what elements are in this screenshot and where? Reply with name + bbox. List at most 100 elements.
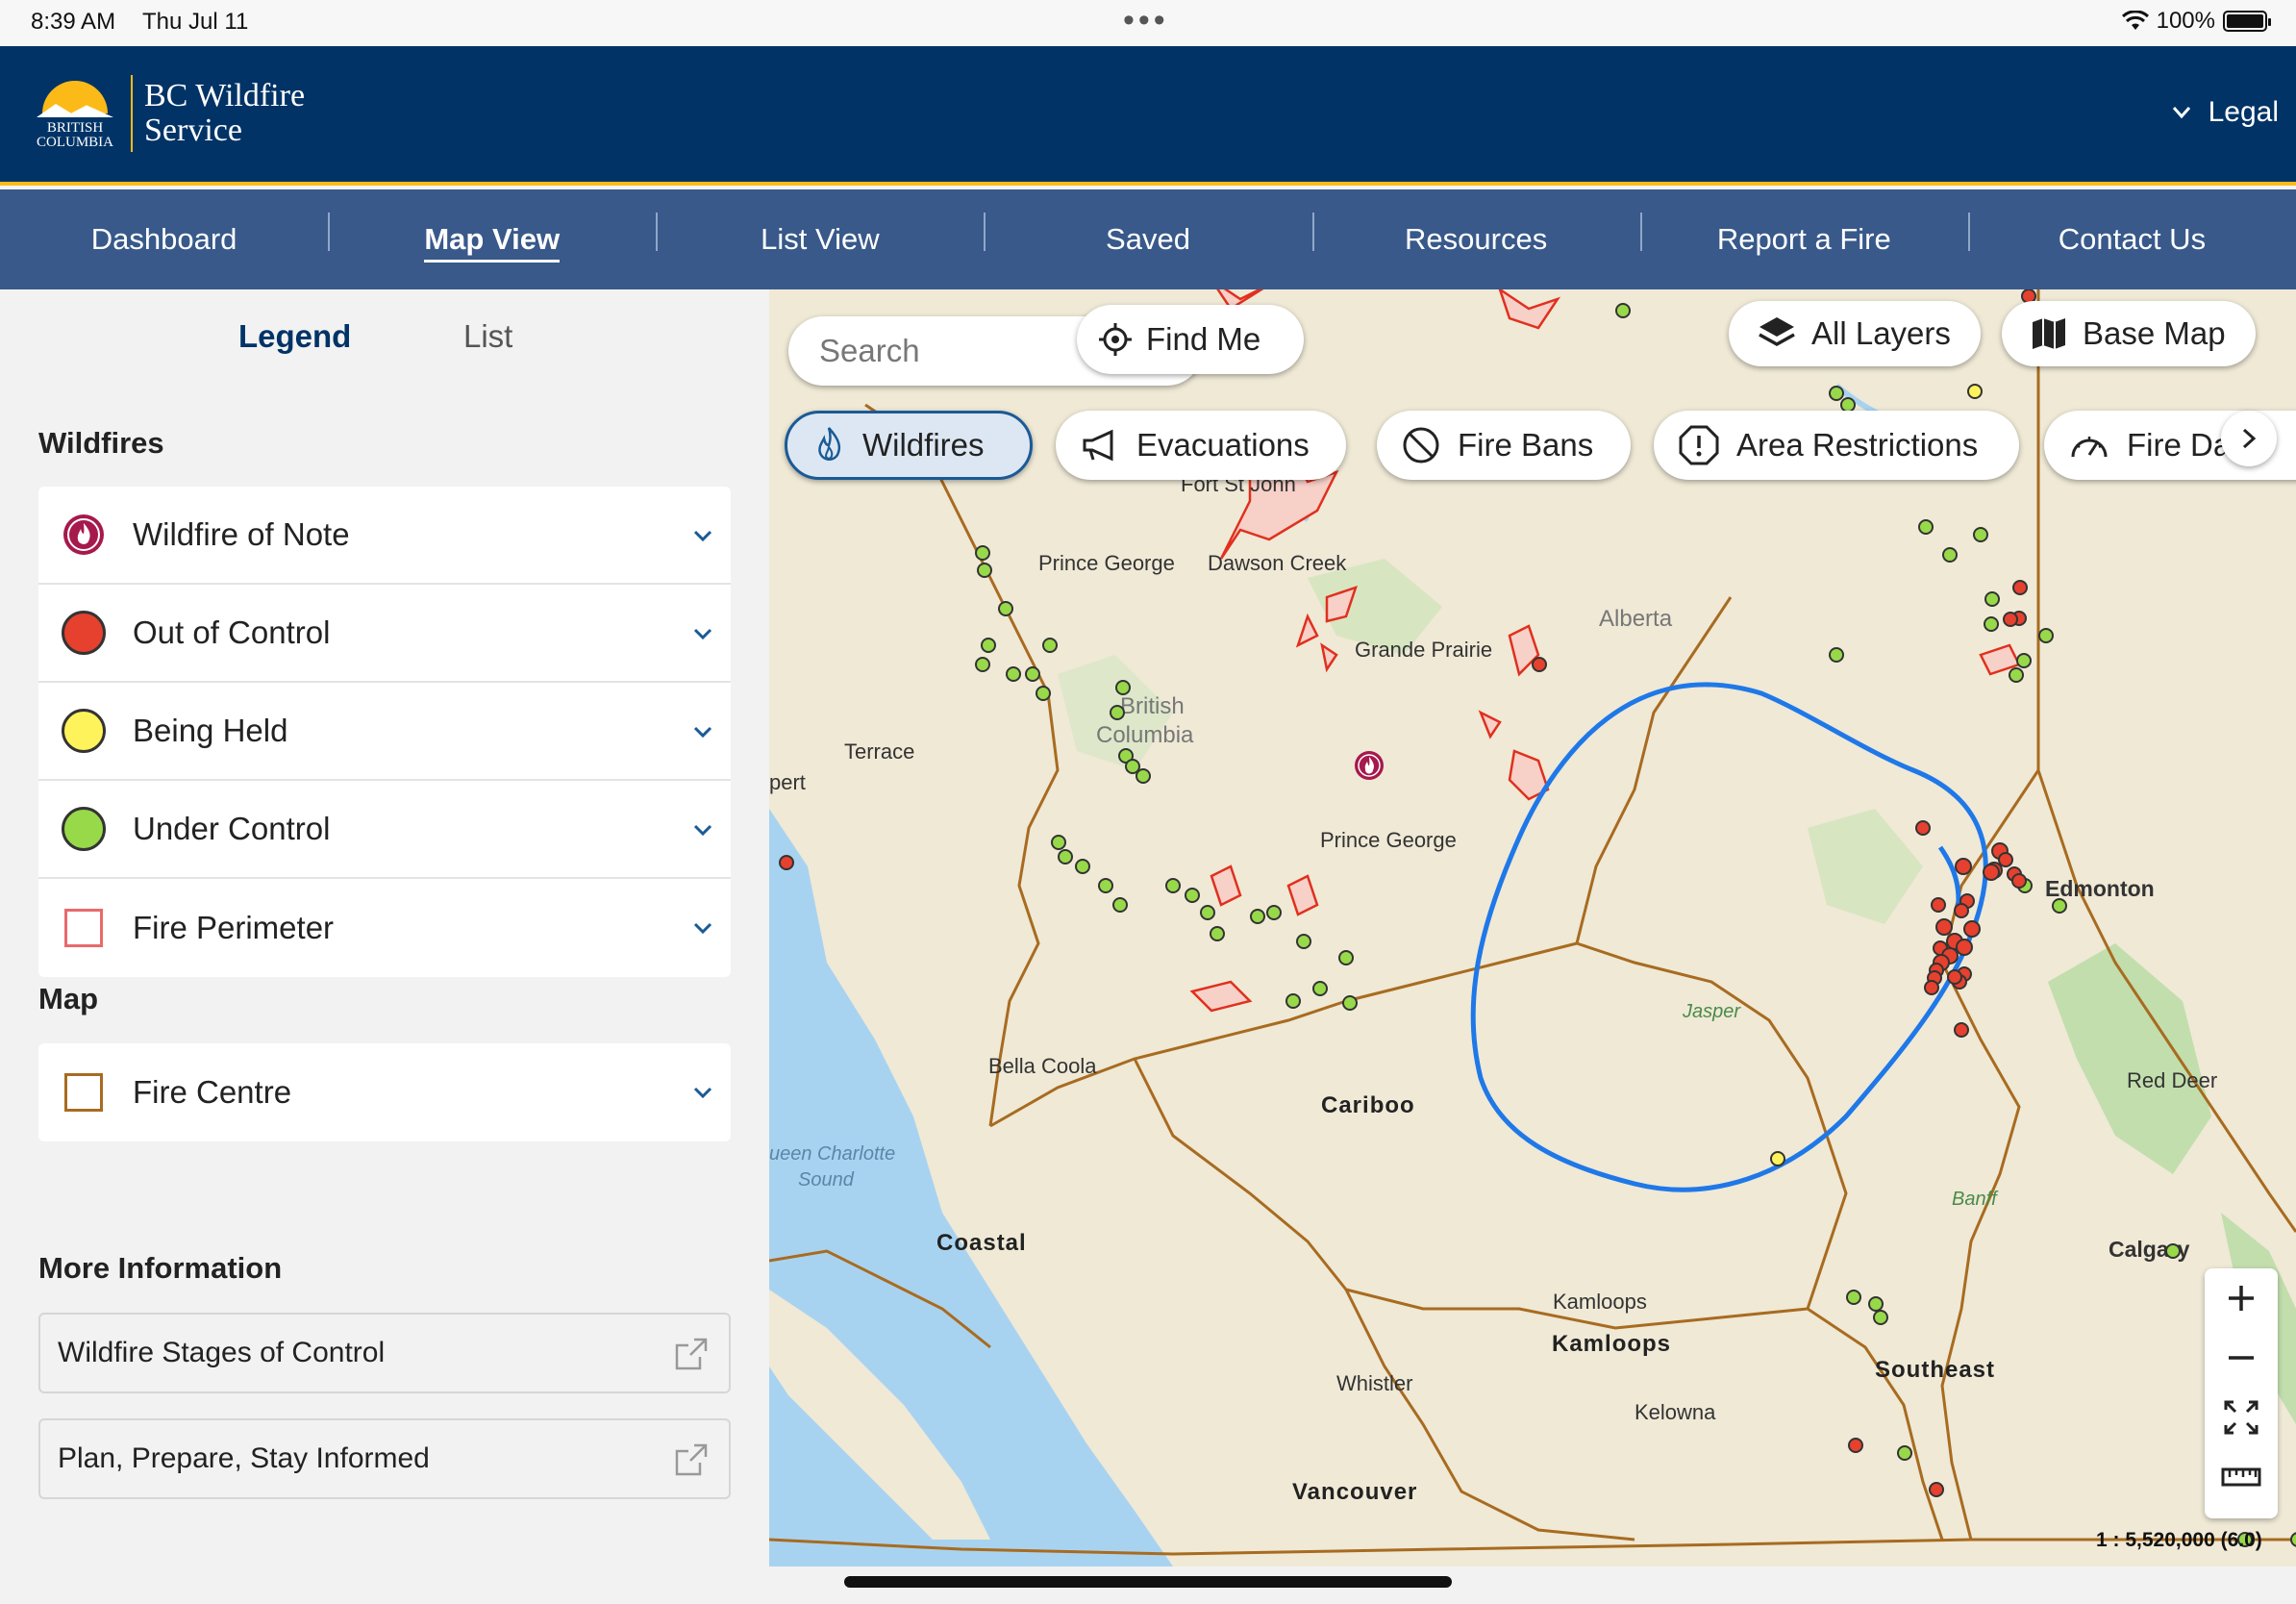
fullscreen-button[interactable]	[2205, 1388, 2278, 1447]
home-indicator[interactable]	[844, 1576, 1452, 1588]
fire-marker-under-control[interactable]	[981, 638, 996, 653]
filter-area-restrictions[interactable]: Area Restrictions	[1654, 411, 2019, 480]
fire-marker-out-of-control[interactable]	[1915, 820, 1931, 836]
fire-marker-under-control[interactable]	[1846, 1290, 1861, 1305]
measure-button[interactable]	[2205, 1447, 2278, 1507]
fire-marker-out-of-control[interactable]	[1963, 920, 1981, 938]
fire-marker-out-of-control[interactable]	[1955, 858, 1972, 875]
fire-marker-under-control[interactable]	[2052, 898, 2067, 914]
multitask-dots-icon[interactable]: •••	[1123, 2, 1169, 39]
chevron-down-icon[interactable]	[692, 917, 713, 939]
fire-marker-out-of-control[interactable]	[1947, 969, 1962, 985]
fire-marker-under-control[interactable]	[1200, 905, 1215, 920]
fire-marker-under-control[interactable]	[1210, 926, 1225, 941]
chevron-down-icon[interactable]	[692, 525, 713, 546]
tab-list[interactable]: List	[463, 318, 512, 355]
filter-wildfires[interactable]: Wildfires	[785, 411, 1033, 480]
fire-marker-out-of-control[interactable]	[779, 855, 794, 870]
nav-dashboard[interactable]: Dashboard	[0, 222, 328, 257]
fire-marker-under-control[interactable]	[1918, 519, 1934, 535]
fire-marker-under-control[interactable]	[1110, 705, 1125, 720]
chevron-down-icon[interactable]	[692, 721, 713, 742]
fire-marker-under-control[interactable]	[1285, 993, 1301, 1009]
fire-marker-being-held[interactable]	[1770, 1151, 1785, 1166]
legend-item-fire-centre[interactable]: Fire Centre	[38, 1043, 731, 1141]
zoom-out-button[interactable]	[2205, 1328, 2278, 1388]
fire-marker-under-control[interactable]	[1338, 950, 1354, 965]
fire-marker-under-control[interactable]	[1051, 835, 1066, 850]
fire-marker-under-control[interactable]	[1942, 547, 1958, 563]
fire-marker-out-of-control[interactable]	[1848, 1438, 1863, 1453]
fire-marker-out-of-control[interactable]	[1931, 897, 1946, 913]
fire-marker-under-control[interactable]	[998, 601, 1013, 616]
fire-marker-out-of-control[interactable]	[1929, 1482, 1944, 1497]
wildfire-map[interactable]: Prince George Fort St John Dawson Creek …	[769, 289, 2296, 1566]
fire-marker-out-of-control[interactable]	[1998, 852, 2013, 867]
fire-marker-wildfire-of-note[interactable]	[1355, 751, 1384, 780]
fire-marker-under-control[interactable]	[1115, 680, 1131, 695]
link-wildfire-stages-of-control[interactable]: Wildfire Stages of Control	[38, 1313, 731, 1393]
legal-dropdown[interactable]: Legal	[2172, 96, 2279, 129]
fire-marker-out-of-control[interactable]	[1954, 903, 1969, 918]
fire-marker-out-of-control[interactable]	[1983, 864, 2000, 881]
fire-marker-under-control[interactable]	[2290, 1532, 2296, 1547]
fire-marker-under-control[interactable]	[1873, 1310, 1888, 1325]
fire-marker-under-control[interactable]	[1058, 849, 1073, 865]
fire-marker-under-control[interactable]	[1984, 591, 2000, 607]
fire-marker-being-held[interactable]	[1967, 384, 1983, 399]
base-map-button[interactable]: Base Map	[2002, 301, 2256, 366]
fire-marker-under-control[interactable]	[1025, 666, 1040, 682]
fire-marker-under-control[interactable]	[1250, 909, 1265, 924]
find-me-button[interactable]: Find Me	[1077, 305, 1304, 374]
fire-marker-under-control[interactable]	[1075, 859, 1090, 874]
fire-marker-under-control[interactable]	[1973, 527, 1988, 542]
fire-marker-under-control[interactable]	[1868, 1296, 1884, 1312]
filter-evacuations[interactable]: Evacuations	[1056, 411, 1346, 480]
filters-scroll-right-button[interactable]	[2221, 411, 2277, 466]
legend-item-out-of-control[interactable]: Out of Control	[38, 585, 731, 683]
fire-marker-under-control[interactable]	[2009, 667, 2024, 683]
chevron-down-icon[interactable]	[692, 623, 713, 644]
nav-report-a-fire[interactable]: Report a Fire	[1639, 213, 1968, 257]
fire-marker-under-control[interactable]	[1296, 934, 1311, 949]
fire-marker-out-of-control[interactable]	[1935, 918, 1953, 936]
fire-marker-under-control[interactable]	[1266, 905, 1282, 920]
fire-marker-under-control[interactable]	[1185, 888, 1200, 903]
fire-marker-out-of-control[interactable]	[1956, 939, 1973, 956]
nav-list-view[interactable]: List View	[656, 213, 984, 257]
fire-marker-under-control[interactable]	[1136, 768, 1151, 784]
fire-marker-out-of-control[interactable]	[2012, 580, 2028, 595]
fire-marker-under-control[interactable]	[1042, 638, 1058, 653]
fire-marker-out-of-control[interactable]	[1532, 657, 1547, 672]
fire-marker-under-control[interactable]	[975, 657, 990, 672]
legend-item-fire-perimeter[interactable]: Fire Perimeter	[38, 879, 731, 977]
link-plan-prepare-stay-informed[interactable]: Plan, Prepare, Stay Informed	[38, 1418, 731, 1499]
fire-marker-under-control[interactable]	[2038, 628, 2054, 643]
fire-marker-under-control[interactable]	[2165, 1243, 2181, 1259]
fire-marker-under-control[interactable]	[1984, 616, 1999, 632]
fire-marker-under-control[interactable]	[1098, 878, 1113, 893]
fire-marker-under-control[interactable]	[1840, 397, 1856, 413]
legend-item-wildfire-of-note[interactable]: Wildfire of Note	[38, 487, 731, 585]
nav-resources[interactable]: Resources	[1311, 213, 1640, 257]
zoom-in-button[interactable]	[2205, 1268, 2278, 1328]
fire-marker-under-control[interactable]	[1036, 686, 1051, 701]
fire-marker-under-control[interactable]	[1006, 666, 1021, 682]
fire-marker-under-control[interactable]	[975, 545, 990, 561]
fire-marker-under-control[interactable]	[977, 563, 992, 578]
fire-marker-under-control[interactable]	[1342, 995, 1358, 1011]
fire-marker-out-of-control[interactable]	[1954, 1022, 1969, 1038]
fire-marker-under-control[interactable]	[1112, 897, 1128, 913]
chevron-down-icon[interactable]	[692, 819, 713, 840]
filter-fire-bans[interactable]: Fire Bans	[1377, 411, 1631, 480]
fire-marker-under-control[interactable]	[1615, 303, 1631, 318]
bc-wildfire-logo[interactable]: BRITISH COLUMBIA BC Wildfire Service	[31, 75, 305, 152]
nav-map-view[interactable]: Map View	[328, 213, 656, 263]
nav-contact-us[interactable]: Contact Us	[1967, 213, 2296, 257]
fire-marker-under-control[interactable]	[1829, 647, 1844, 663]
fire-marker-under-control[interactable]	[1165, 878, 1181, 893]
fire-marker-out-of-control[interactable]	[2011, 873, 2027, 889]
tab-legend[interactable]: Legend	[238, 318, 351, 355]
chevron-down-icon[interactable]	[692, 1082, 713, 1103]
fire-marker-out-of-control[interactable]	[2003, 612, 2018, 627]
